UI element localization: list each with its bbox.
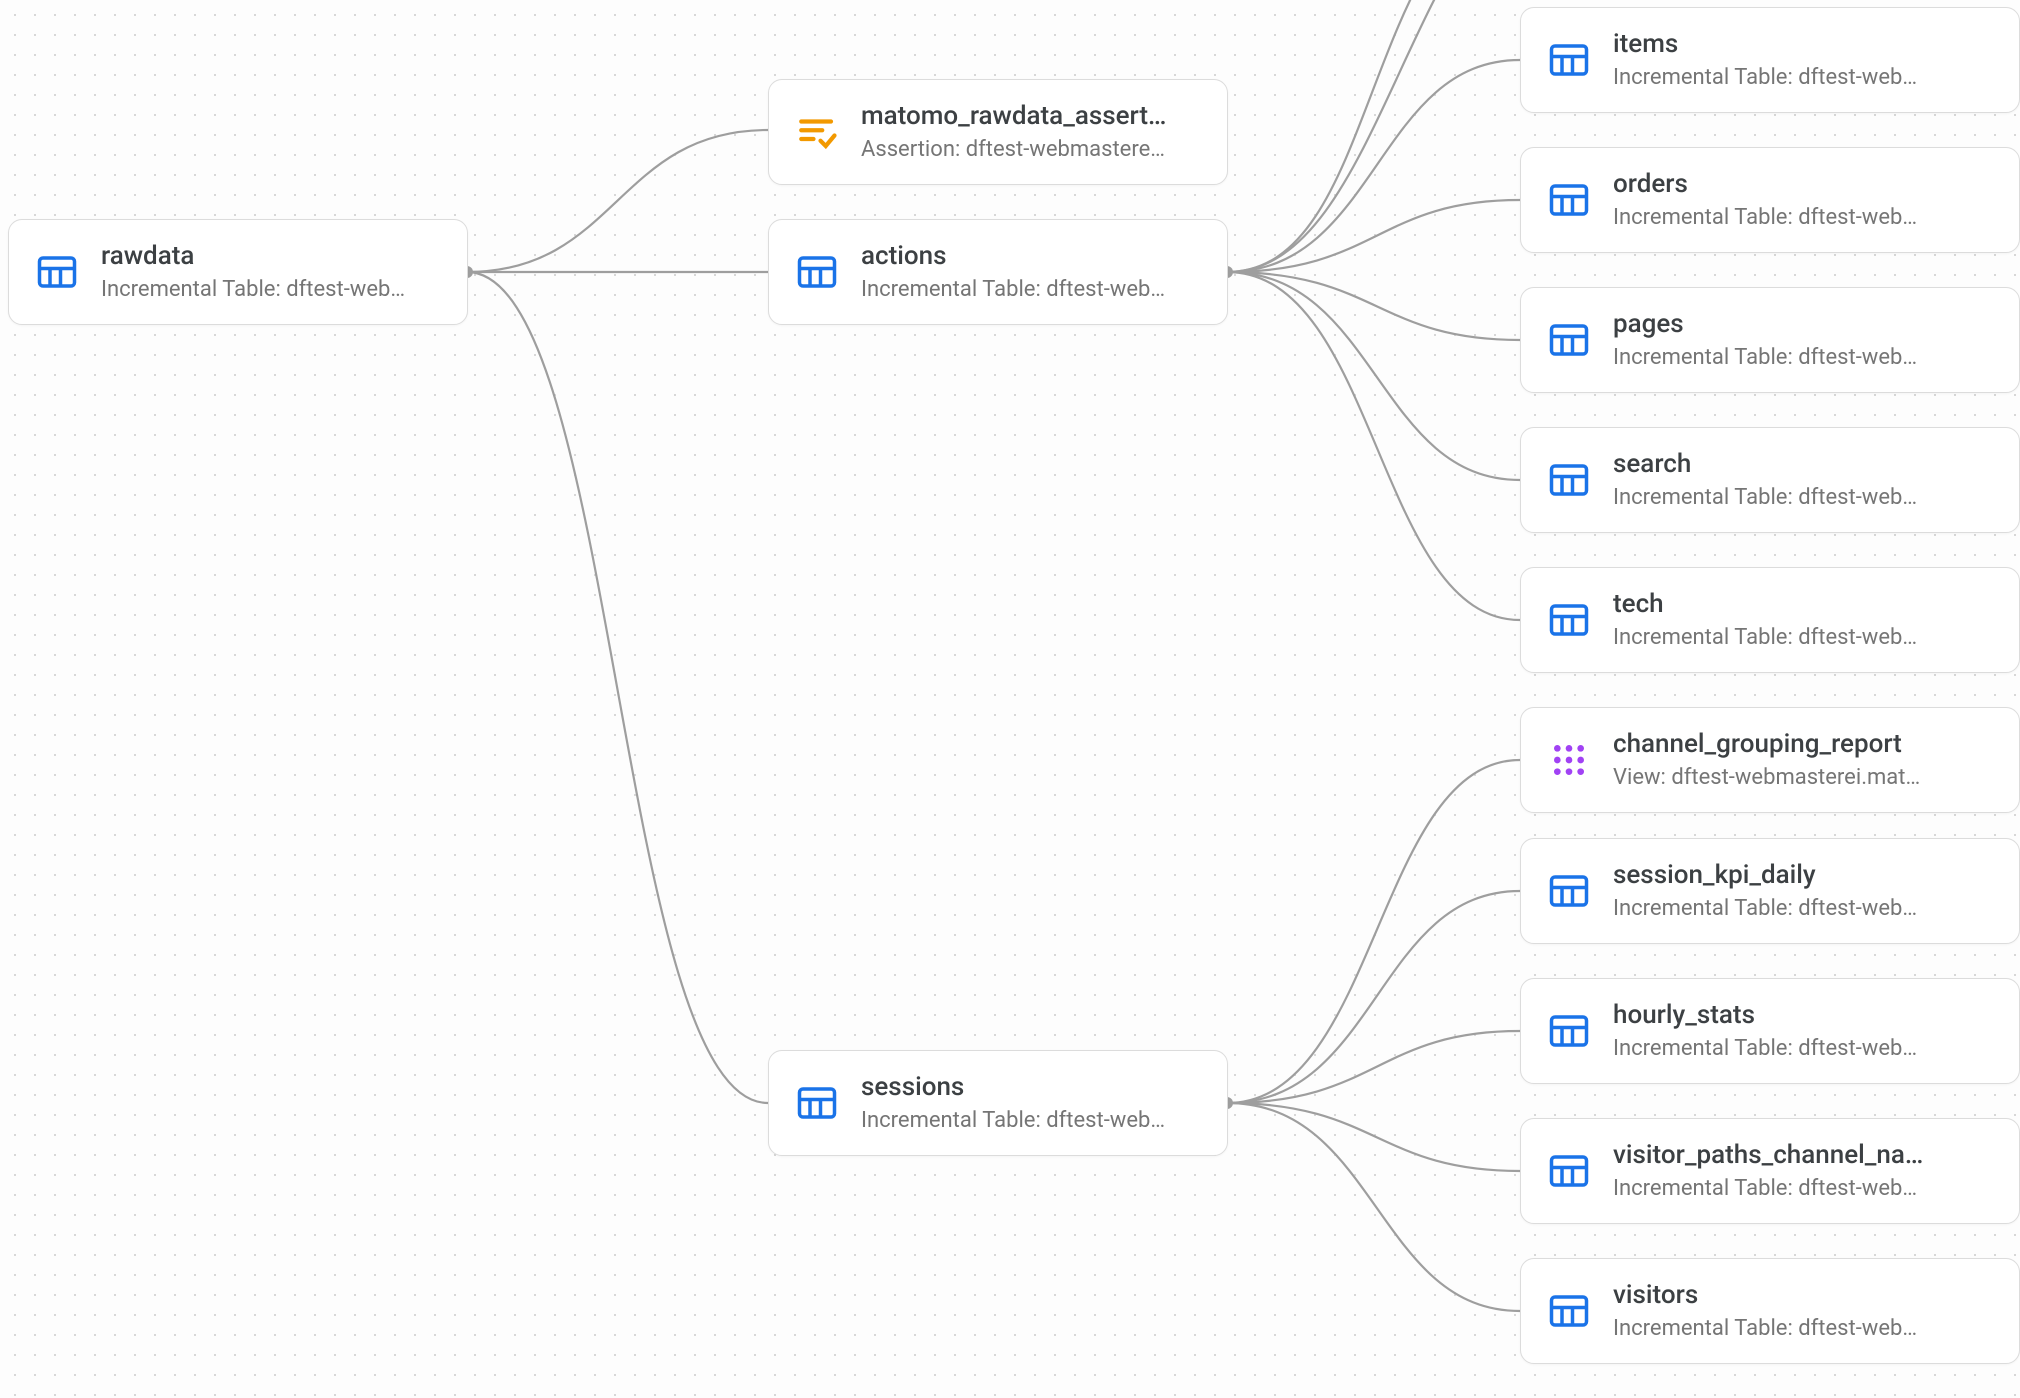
table-icon bbox=[1547, 1149, 1591, 1193]
node-title: channel_grouping_report bbox=[1613, 728, 1920, 761]
node-title: matomo_rawdata_assert… bbox=[861, 100, 1166, 133]
node-rawdata[interactable]: rawdata Incremental Table: dftest-web… bbox=[8, 219, 468, 325]
node-title: hourly_stats bbox=[1613, 999, 1917, 1032]
node-channel-grouping-report[interactable]: channel_grouping_report View: dftest-web… bbox=[1520, 707, 2020, 813]
node-title: actions bbox=[861, 240, 1165, 273]
node-subtitle: Incremental Table: dftest-web… bbox=[861, 1106, 1165, 1136]
node-title: orders bbox=[1613, 168, 1917, 201]
node-items[interactable]: items Incremental Table: dftest-web… bbox=[1520, 7, 2020, 113]
table-icon bbox=[795, 1081, 839, 1125]
table-icon bbox=[1547, 869, 1591, 913]
table-icon bbox=[1547, 1289, 1591, 1333]
node-title: items bbox=[1613, 28, 1917, 61]
assertion-icon bbox=[795, 110, 839, 154]
lineage-graph-canvas[interactable]: rawdata Incremental Table: dftest-web… m… bbox=[0, 0, 2020, 1398]
node-subtitle: Incremental Table: dftest-web… bbox=[1613, 203, 1917, 233]
node-subtitle: Incremental Table: dftest-web… bbox=[1613, 63, 1917, 93]
node-title: visitor_paths_channel_na… bbox=[1613, 1139, 1923, 1172]
node-subtitle: Assertion: dftest-webmastere… bbox=[861, 135, 1166, 165]
node-subtitle: Incremental Table: dftest-web… bbox=[1613, 894, 1917, 924]
node-subtitle: Incremental Table: dftest-web… bbox=[1613, 623, 1917, 653]
table-icon bbox=[1547, 458, 1591, 502]
table-icon bbox=[1547, 318, 1591, 362]
table-icon bbox=[1547, 178, 1591, 222]
node-matomo-rawdata-assert[interactable]: matomo_rawdata_assert… Assertion: dftest… bbox=[768, 79, 1228, 185]
node-title: pages bbox=[1613, 308, 1917, 341]
view-icon bbox=[1547, 738, 1591, 782]
node-title: search bbox=[1613, 448, 1917, 481]
table-icon bbox=[1547, 1009, 1591, 1053]
node-subtitle: Incremental Table: dftest-web… bbox=[1613, 343, 1917, 373]
node-subtitle: View: dftest-webmasterei.mat… bbox=[1613, 763, 1920, 793]
node-subtitle: Incremental Table: dftest-web… bbox=[861, 275, 1165, 305]
node-title: tech bbox=[1613, 588, 1917, 621]
node-pages[interactable]: pages Incremental Table: dftest-web… bbox=[1520, 287, 2020, 393]
node-tech[interactable]: tech Incremental Table: dftest-web… bbox=[1520, 567, 2020, 673]
node-orders[interactable]: orders Incremental Table: dftest-web… bbox=[1520, 147, 2020, 253]
node-session-kpi-daily[interactable]: session_kpi_daily Incremental Table: dft… bbox=[1520, 838, 2020, 944]
node-title: rawdata bbox=[101, 240, 405, 273]
node-sessions[interactable]: sessions Incremental Table: dftest-web… bbox=[768, 1050, 1228, 1156]
node-hourly-stats[interactable]: hourly_stats Incremental Table: dftest-w… bbox=[1520, 978, 2020, 1084]
table-icon bbox=[1547, 598, 1591, 642]
table-icon bbox=[35, 250, 79, 294]
table-icon bbox=[1547, 38, 1591, 82]
node-actions[interactable]: actions Incremental Table: dftest-web… bbox=[768, 219, 1228, 325]
node-subtitle: Incremental Table: dftest-web… bbox=[1613, 483, 1917, 513]
node-subtitle: Incremental Table: dftest-web… bbox=[1613, 1314, 1917, 1344]
node-subtitle: Incremental Table: dftest-web… bbox=[1613, 1174, 1923, 1204]
node-subtitle: Incremental Table: dftest-web… bbox=[1613, 1034, 1917, 1064]
node-subtitle: Incremental Table: dftest-web… bbox=[101, 275, 405, 305]
node-search[interactable]: search Incremental Table: dftest-web… bbox=[1520, 427, 2020, 533]
node-visitor-paths-channel[interactable]: visitor_paths_channel_na… Incremental Ta… bbox=[1520, 1118, 2020, 1224]
node-title: sessions bbox=[861, 1071, 1165, 1104]
node-title: visitors bbox=[1613, 1279, 1917, 1312]
table-icon bbox=[795, 250, 839, 294]
node-visitors[interactable]: visitors Incremental Table: dftest-web… bbox=[1520, 1258, 2020, 1364]
node-title: session_kpi_daily bbox=[1613, 859, 1917, 892]
